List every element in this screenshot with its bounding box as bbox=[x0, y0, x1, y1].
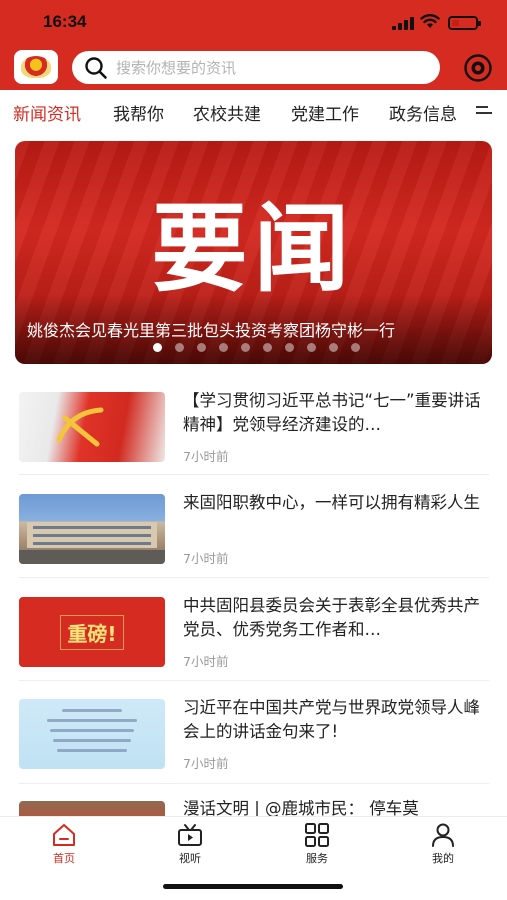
wifi-icon bbox=[420, 14, 440, 28]
tab-help[interactable]: 我帮你 bbox=[113, 100, 164, 125]
carousel-dots bbox=[15, 343, 492, 353]
nav-label: 首页 bbox=[53, 852, 75, 865]
search-icon bbox=[85, 57, 107, 79]
quote-card-image bbox=[19, 699, 165, 769]
more-tabs-icon[interactable] bbox=[476, 103, 494, 119]
tab-party-work[interactable]: 党建工作 bbox=[291, 100, 359, 125]
news-time: 7小时前 bbox=[183, 449, 229, 464]
banner-headline: 要闻 bbox=[151, 193, 356, 305]
nav-label: 视听 bbox=[179, 852, 201, 865]
tab-school-cooperation[interactable]: 农校共建 bbox=[193, 100, 261, 125]
nav-video[interactable]: 视听 bbox=[150, 817, 230, 873]
status-time: 16:34 bbox=[43, 12, 87, 31]
search-input[interactable] bbox=[116, 51, 426, 84]
heavy-news-image: 重磅! bbox=[19, 597, 165, 667]
list-divider bbox=[19, 474, 489, 475]
carousel-dot[interactable] bbox=[153, 343, 162, 352]
tab-news[interactable]: 新闻资讯 bbox=[13, 100, 81, 125]
cellular-signal-icon bbox=[392, 17, 414, 30]
school-building-image bbox=[19, 494, 165, 564]
list-divider bbox=[19, 783, 489, 784]
battery-icon bbox=[448, 16, 481, 30]
carousel-dot[interactable] bbox=[175, 343, 184, 352]
app-logo[interactable] bbox=[14, 50, 58, 84]
street-building-image bbox=[19, 801, 165, 816]
party-emblem-image bbox=[19, 392, 165, 462]
nav-home[interactable]: 首页 bbox=[24, 817, 104, 873]
carousel-dot[interactable] bbox=[219, 343, 228, 352]
nav-services[interactable]: 服务 bbox=[277, 817, 357, 873]
news-title: 【学习贯彻习近平总书记“七一”重要讲话精神】党领导经济建设的… bbox=[183, 391, 481, 434]
hammer-sickle-icon bbox=[56, 407, 104, 447]
carousel-dot[interactable] bbox=[197, 343, 206, 352]
building-icon bbox=[19, 522, 165, 564]
news-title: 来固阳职教中心，一样可以拥有精彩人生 bbox=[183, 493, 480, 512]
category-tabs: 新闻资讯 我帮你 农校共建 党建工作 政务信息 bbox=[0, 90, 507, 132]
nav-label: 服务 bbox=[306, 852, 328, 865]
news-item[interactable]: 漫话文明 | @鹿城市民： 停车莫 bbox=[0, 796, 507, 816]
logo-emblem-icon bbox=[21, 56, 51, 78]
news-title: 中共固阳县委员会关于表彰全县优秀共产党员、优秀党务工作者和… bbox=[183, 596, 480, 639]
user-icon bbox=[432, 823, 454, 847]
carousel-dot[interactable] bbox=[351, 343, 360, 352]
news-time: 7小时前 bbox=[183, 551, 229, 566]
nav-label: 我的 bbox=[432, 852, 454, 865]
news-time: 7小时前 bbox=[183, 654, 229, 669]
carousel-dot[interactable] bbox=[285, 343, 294, 352]
tab-government-info[interactable]: 政务信息 bbox=[389, 100, 469, 125]
list-divider bbox=[19, 577, 489, 578]
home-icon bbox=[53, 824, 75, 846]
carousel-dot[interactable] bbox=[241, 343, 250, 352]
search-bar[interactable] bbox=[72, 51, 440, 84]
top-header: 16:34 bbox=[0, 0, 507, 90]
status-bar: 16:34 bbox=[0, 0, 507, 46]
nav-profile[interactable]: 我的 bbox=[403, 817, 483, 873]
news-title: 习近平在中国共产党与世界政党领导人峰会上的讲话金句来了! bbox=[183, 698, 480, 741]
message-icon[interactable] bbox=[463, 53, 493, 83]
thumb-badge-text: 重磅! bbox=[60, 614, 124, 650]
video-icon bbox=[178, 824, 202, 846]
banner-caption: 姚俊杰会见春光里第三批包头投资考察团杨守彬一行 bbox=[27, 321, 396, 340]
carousel-dot[interactable] bbox=[329, 343, 338, 352]
grid-icon bbox=[305, 823, 329, 847]
carousel-dot[interactable] bbox=[307, 343, 316, 352]
home-indicator[interactable] bbox=[163, 884, 343, 889]
news-time: 7小时前 bbox=[183, 756, 229, 771]
list-divider bbox=[19, 680, 489, 681]
top-news-banner[interactable]: 要闻 姚俊杰会见春光里第三批包头投资考察团杨守彬一行 bbox=[15, 141, 492, 364]
news-title: 漫话文明 | @鹿城市民： 停车莫 bbox=[183, 799, 419, 816]
carousel-dot[interactable] bbox=[263, 343, 272, 352]
